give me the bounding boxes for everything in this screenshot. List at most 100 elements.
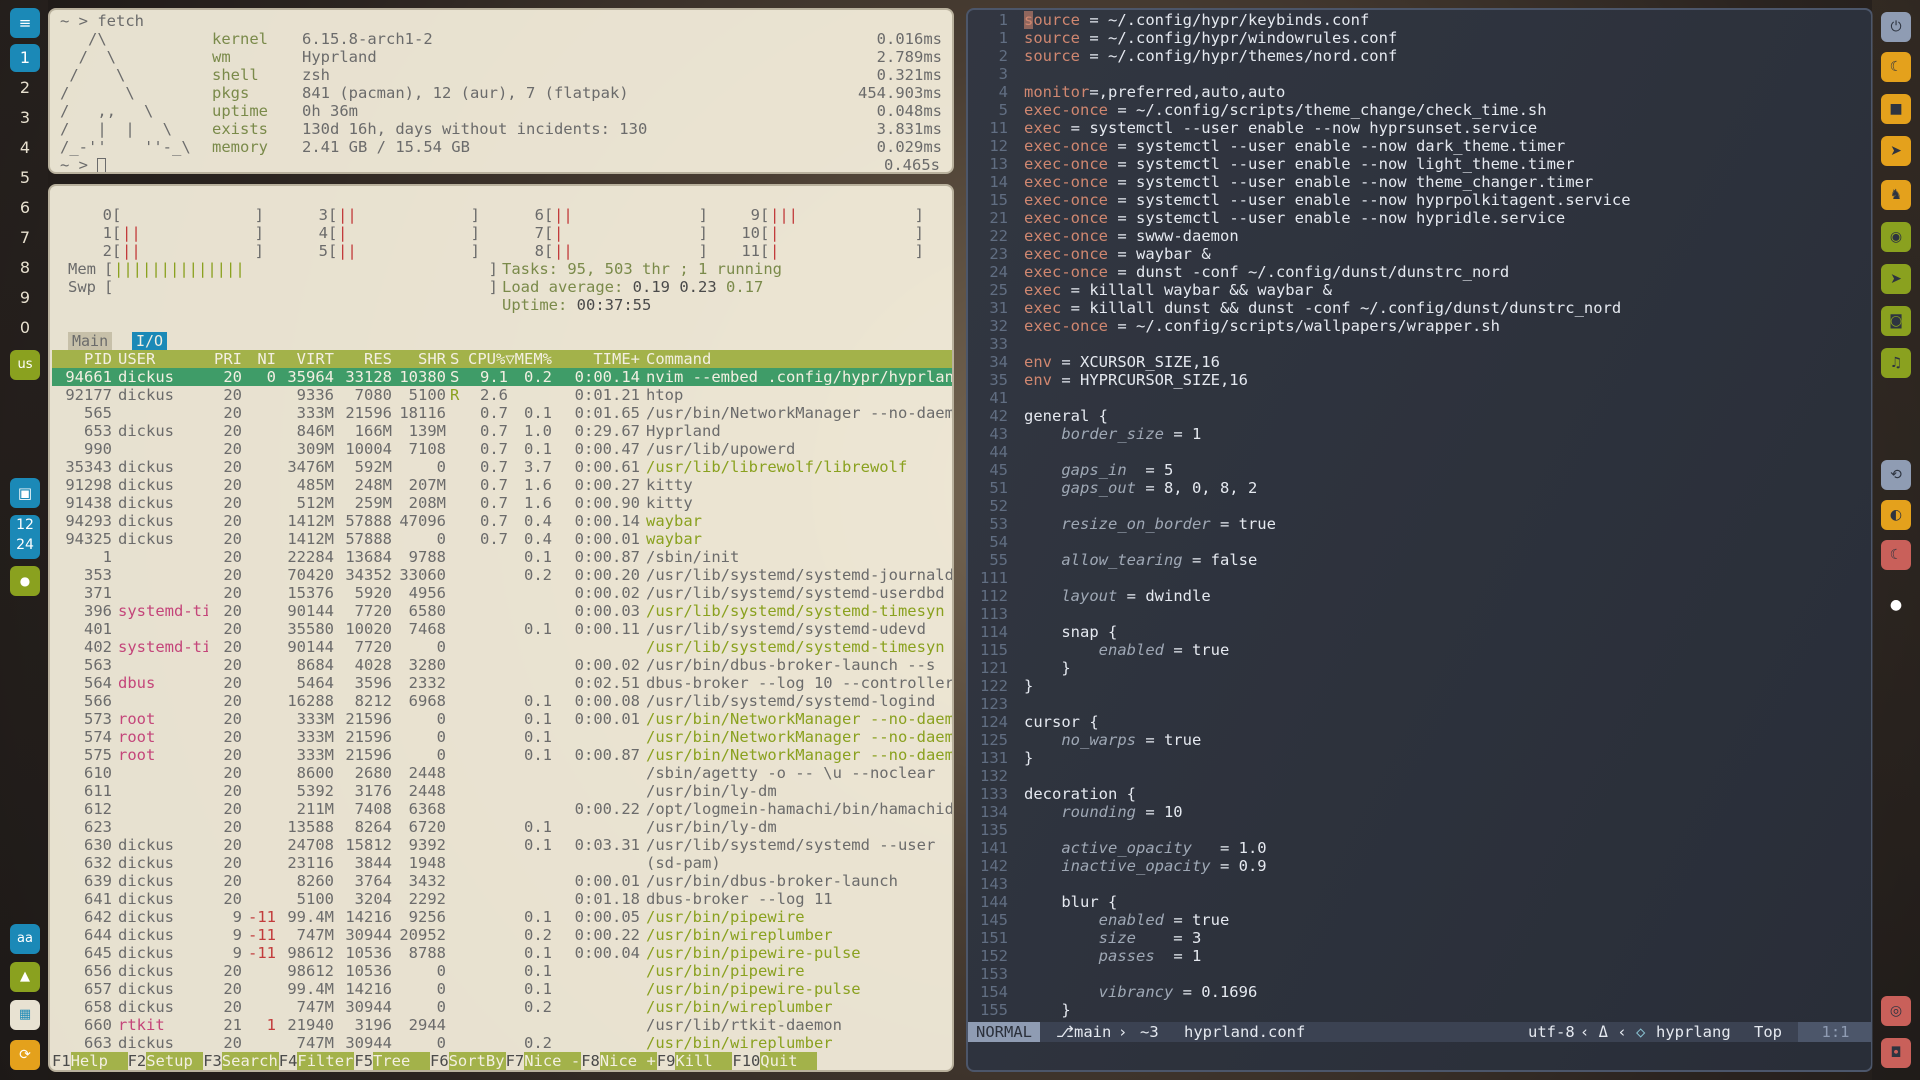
code-line[interactable]: 11 exec = systemctl --user enable --now h… [968, 119, 1848, 137]
column-cpumem[interactable]: CPU%▽MEM% [466, 350, 552, 368]
telegram-alt-icon[interactable]: ➤ [1881, 264, 1911, 294]
process-row[interactable]: 565 20 333M 21596 18116 0.7 0.1 0:01.65/usr/bin… [52, 404, 952, 422]
code-line[interactable]: 133 decoration { [968, 785, 1848, 803]
process-row[interactable]: 371 20 15376 5920 4956 0:00.02/usr/lib/system… [52, 584, 952, 602]
process-row[interactable]: 611 20 5392 3176 2448/usr/bin/ly-dm [52, 782, 952, 800]
code-line[interactable]: 154 vibrancy = 0.1696 [968, 983, 1848, 1001]
code-line[interactable]: 115 enabled = true [968, 641, 1848, 659]
fkey-f3[interactable]: F3 [203, 1052, 222, 1070]
fkey-label[interactable]: Filter [297, 1052, 355, 1070]
process-row[interactable]: 642 dickus 9 -11 99.4M 14216 9256 0.1 0:00.05/us… [52, 908, 952, 926]
fkey-label[interactable]: Tree [373, 1052, 430, 1070]
process-row[interactable]: 94293 dickus 20 1412M 57888 47096 0.7 0.4 0:00.1… [52, 512, 952, 530]
calendar-icon[interactable]: ▣ [10, 478, 40, 508]
process-row[interactable]: 402 systemd-ti 20 90144 7720 0/usr/lib/system… [52, 638, 952, 656]
fkey-f5[interactable]: F5 [354, 1052, 373, 1070]
keyboard-layout[interactable]: us [10, 350, 40, 380]
menu-icon[interactable]: ≡ [10, 8, 40, 38]
tab-io[interactable]: I/O [132, 332, 168, 350]
code-line[interactable]: 41 [968, 389, 1848, 407]
code-line[interactable]: 2 source = ~/.config/hypr/themes/nord.con… [968, 47, 1848, 65]
notification-icon[interactable]: ● [10, 566, 40, 596]
code-line[interactable]: 53 resize_on_border = true [968, 515, 1848, 533]
game-icon[interactable]: ♞ [1881, 180, 1911, 210]
code-line[interactable]: 134 rounding = 10 [968, 803, 1848, 821]
code-line[interactable]: 52 [968, 497, 1848, 515]
fkey-f7[interactable]: F7 [506, 1052, 525, 1070]
code-line[interactable]: 13 exec-once = systemctl --user enable --… [968, 155, 1848, 173]
power-icon[interactable]: ⏻ [1881, 12, 1911, 42]
column-shr[interactable]: SHR [392, 350, 446, 368]
tray-icon[interactable]: ▦ [10, 1000, 40, 1030]
code-line[interactable]: 21 exec-once = systemctl --user enable --… [968, 209, 1848, 227]
process-row[interactable]: 94325 dickus 20 1412M 57888 0 0.7 0.4 0:00.01 way… [52, 530, 952, 548]
fkey-label[interactable]: Nice - [524, 1052, 582, 1070]
column-pid[interactable]: PID [52, 350, 112, 368]
code-line[interactable]: 43 border_size = 1 [968, 425, 1848, 443]
clock[interactable]: 12 24 [10, 515, 40, 559]
process-row[interactable]: 575 root 20 333M 21596 0 0.1 0:00.87/usr/bin/Ne… [52, 746, 952, 764]
code-line[interactable]: 121 } [968, 659, 1848, 677]
code-line[interactable]: 35 env = HYPRCURSOR_SIZE,16 [968, 371, 1848, 389]
fkey-label[interactable]: SortBy [448, 1052, 506, 1070]
process-row[interactable]: 641 dickus 20 5100 3204 2292 0:01.18 dbus-broke… [52, 890, 952, 908]
column-header[interactable]: PID USER PRI NI VIRT RES SHR S CPU%▽MEM% TIME+ Com… [52, 350, 952, 368]
discord-icon[interactable]: ◙ [1881, 306, 1911, 336]
fkey-label[interactable]: Setup [146, 1052, 204, 1070]
code-line[interactable]: 123 [968, 695, 1848, 713]
ghost-icon[interactable]: ▲ [10, 962, 40, 992]
code-line[interactable]: 132 [968, 767, 1848, 785]
fkey-label[interactable]: Quit [760, 1052, 818, 1070]
code-line[interactable]: 55 allow_tearing = false [968, 551, 1848, 569]
workspace-4[interactable]: 4 [10, 134, 40, 162]
tab-main[interactable]: Main [68, 332, 113, 350]
code-line[interactable]: 142 inactive_opacity = 0.9 [968, 857, 1848, 875]
column-user[interactable]: USER [118, 350, 208, 368]
process-row[interactable]: 656 dickus 20 98612 10536 0 0.1/usr/bin/pipewi… [52, 962, 952, 980]
code-line[interactable]: 125 no_warps = true [968, 731, 1848, 749]
fkey-f4[interactable]: F4 [279, 1052, 298, 1070]
telegram-icon[interactable]: ➤ [1881, 136, 1911, 166]
process-row[interactable]: 396 systemd-ti 20 90144 7720 6580 0:00.03/usr/… [52, 602, 952, 620]
fetch-terminal[interactable]: ~ > fetch /\ / \ / \ / \ / ,, \ / | | \/_-'… [48, 8, 954, 174]
process-row[interactable]: 657 dickus 20 99.4M 14216 0 0.1/usr/bin/pipewi… [52, 980, 952, 998]
neovim-editor[interactable]: 1 source = ~/.config/hypr/keybinds.conf 1 s… [966, 8, 1873, 1072]
fkey-label[interactable]: Kill [675, 1052, 733, 1070]
process-row[interactable]: 612 20 211M 7408 6368 0:00.22/opt/logmein-ham… [52, 800, 952, 818]
process-row[interactable]: 573 root 20 333M 21596 0 0.1 0:00.01/usr/bin/Ne… [52, 710, 952, 728]
process-row[interactable]: 91298 dickus 20 485M 248M 207M 0.7 1.6 0:00.27 ki… [52, 476, 952, 494]
code-line[interactable]: 1 source = ~/.config/hypr/windowrules.con… [968, 29, 1848, 47]
fkey-label[interactable]: Help [70, 1052, 128, 1070]
column-command[interactable]: Command [646, 350, 952, 368]
code-line[interactable]: 12 exec-once = systemctl --user enable --… [968, 137, 1848, 155]
code-line[interactable]: 45 gaps_in = 5 [968, 461, 1848, 479]
code-line[interactable]: 155 } [968, 1001, 1848, 1019]
code-line[interactable]: 31 exec = killall dunst && dunst -conf ~/… [968, 299, 1848, 317]
process-row[interactable]: 644 dickus 9 -11 747M 30944 20952 0.2 0:00.22/us… [52, 926, 952, 944]
code-line[interactable]: 1 source = ~/.config/hypr/keybinds.conf [968, 11, 1848, 29]
process-row[interactable]: 653 dickus 20 846M 166M 139M 0.7 1.0 0:29.67 Hypr… [52, 422, 952, 440]
code-line[interactable]: 51 gaps_out = 8, 0, 8, 2 [968, 479, 1848, 497]
code-line[interactable]: 22 exec-once = swww-daemon [968, 227, 1848, 245]
code-line[interactable]: 122} [968, 677, 1848, 695]
fkey-f2[interactable]: F2 [128, 1052, 147, 1070]
code-line[interactable]: 25 exec = killall waybar && waybar & [968, 281, 1848, 299]
code-line[interactable]: 24 exec-once = dunst -conf ~/.config/duns… [968, 263, 1848, 281]
workspace-8[interactable]: 8 [10, 254, 40, 282]
code-line[interactable]: 23 exec-once = waybar & [968, 245, 1848, 263]
refresh-icon[interactable]: ⟲ [1881, 460, 1911, 490]
process-row[interactable]: 91438 dickus 20 512M 259M 208M 0.7 1.6 0:00.90 ki… [52, 494, 952, 512]
code-line[interactable]: 42 general { [968, 407, 1848, 425]
code-line[interactable]: 112 layout = dwindle [968, 587, 1848, 605]
code-line[interactable]: 153 [968, 965, 1848, 983]
process-row[interactable]: 574 root 20 333M 21596 0 0.1/usr/bin/NetworkMa… [52, 728, 952, 746]
fkey-f6[interactable]: F6 [430, 1052, 449, 1070]
process-row[interactable]: 630 dickus 20 24708 15812 9392 0.1 0:03.31/usr/… [52, 836, 952, 854]
process-row[interactable]: 564 dbus 20 5464 3596 2332 0:02.51 dbus-broker … [52, 674, 952, 692]
code-line[interactable]: 5 exec-once = ~/.config/scripts/theme_cha… [968, 101, 1848, 119]
code-line[interactable]: 131} [968, 749, 1848, 767]
column-pri[interactable]: PRI [202, 350, 242, 368]
circle-icon[interactable]: ● [1881, 590, 1911, 620]
process-row[interactable]: 663 dickus 20 747M 30944 0 0.2/usr/bin/wireplu… [52, 1034, 952, 1052]
spotify-icon[interactable]: ♫ [1881, 348, 1911, 378]
